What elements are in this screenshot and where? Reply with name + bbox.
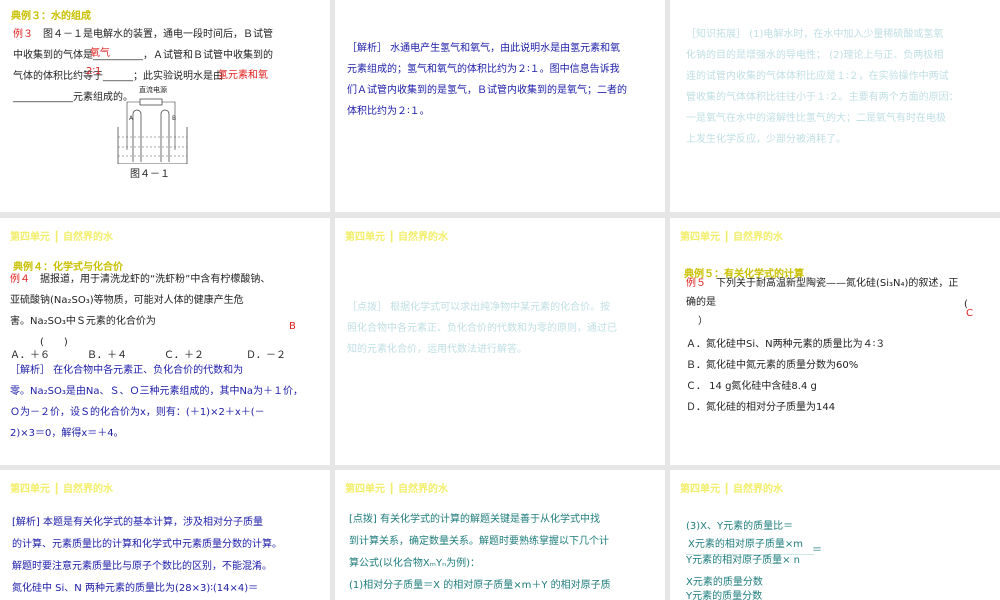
- slide-3[interactable]: ［知识拓展］ (1)电解水时，在水中加入少量稀硫酸或氢氧 化钠的目的是增强水的导电…: [670, 0, 1000, 212]
- slide-8[interactable]: 第四单元 ┃ 自然界的水 [点拨] 有关化学式的计算的解题关键是善于从化学式中找…: [335, 470, 665, 600]
- slide-4[interactable]: 第四单元 ┃ 自然界的水 典例４：化学式与化合价 例４ 据报道，用于清洗龙虾的“…: [0, 218, 330, 465]
- line: 算公式(以化合物XₘYₙ为例)：: [349, 558, 480, 569]
- analysis-text: [解析] 本题是有关化学式的基本计算，涉及相对分子质量的计算、元素质量比的计算和…: [12, 512, 282, 600]
- line: (1)相对分子质量＝X 的相对原子质量×m＋Y 的相对原子质: [349, 580, 611, 591]
- line: 到计算关系，确定数量关系。解题时要熟练掌握以下几个计: [349, 536, 609, 547]
- line: 照化合物中各元素正、负化合价的代数和为零的原则，通过已: [347, 323, 617, 334]
- line: 们Ａ试管内收集到的是氢气，Ｂ试管内收集到的是氧气；二者的: [347, 85, 627, 96]
- slide-7[interactable]: 第四单元 ┃ 自然界的水 [解析] 本题是有关化学式的基本计算，涉及相对分子质量…: [0, 470, 330, 600]
- unit-header: 第四单元 ┃ 自然界的水: [680, 484, 783, 495]
- figure-caption: 图４－１: [130, 169, 170, 180]
- unit-header: 第四单元 ┃ 自然界的水: [345, 232, 448, 243]
- answer: B: [289, 321, 296, 332]
- options: Ａ．氮化硅中Si、N两种元素的质量比为４∶３ Ｂ．氮化硅中氮元素的质量分数为60%…: [686, 334, 885, 418]
- tip-text: [点拨] 有关化学式的计算的解题关键是善于从化学式中找 到计算关系，确定数量关系。…: [349, 509, 611, 597]
- question-text: 例５ 下列关于耐高温新型陶瓷——氮化硅(Si₃N₄)的叙述，正 确的是 ）: [686, 274, 958, 331]
- line: 氮化硅中 Si、N 两种元素的质量比为(28×3)∶(14×4)＝: [12, 583, 259, 594]
- answer: C: [966, 308, 973, 319]
- line: 下列关于耐高温新型陶瓷——氮化硅(Si₃N₄)的叙述，正: [716, 278, 959, 289]
- slide-9[interactable]: 第四单元 ┃ 自然界的水 (3)X、Y元素的质量比＝ X元素的相对原子质量×m …: [670, 470, 1000, 600]
- line: [解析] 本题是有关化学式的基本计算，涉及相对分子质量: [12, 517, 263, 528]
- example-label: 例３: [13, 29, 33, 40]
- line: 据报道，用于清洗龙虾的“洗虾粉”中含有柠檬酸钠、: [40, 274, 271, 285]
- analysis-text: ［解析］ 在化合物中各元素正、负化合价的代数和为零。Na₂SO₃是由Na、Ｓ、Ｏ…: [10, 360, 303, 444]
- electrolysis-diagram: A B: [117, 98, 188, 164]
- slide-6[interactable]: 第四单元 ┃ 自然界的水 典例５：有关化学式的计算 例５ 下列关于耐高温新型陶瓷…: [670, 218, 1000, 465]
- unit-header: 第四单元 ┃ 自然界的水: [10, 484, 113, 495]
- fraction2-denominator: Y元素的质量分数: [686, 591, 763, 600]
- slide-2[interactable]: ［解析］ 水通电产生氢气和氧气，由此说明水是由氢元素和氧 元素组成的；氢气和氧气的…: [335, 0, 665, 212]
- equals: ＝: [812, 545, 822, 556]
- option-a: Ａ．氮化硅中Si、N两种元素的质量比为４∶３: [686, 339, 886, 350]
- option-b: Ｂ．氮化硅中氮元素的质量分数为60%: [686, 360, 859, 371]
- unit-header: 第四单元 ┃ 自然界的水: [680, 232, 783, 243]
- line: [点拨] 有关化学式的计算的解题关键是善于从化学式中找: [349, 514, 600, 525]
- line: 一是氧气在水中的溶解性比氢气的大；二是氧气有时在电极: [686, 113, 946, 124]
- line: 的计算、元素质量比的计算和化学式中元素质量分数的计算。: [12, 539, 282, 550]
- line: 上发生化学反应，少部分被消耗了。: [686, 134, 846, 145]
- line: 确的是: [686, 297, 716, 308]
- unit-header: 第四单元 ┃ 自然界的水: [345, 484, 448, 495]
- line: 中收集到的气体是__________，Ａ试管和Ｂ试管中收集到的: [13, 50, 273, 61]
- formula-line: (3)X、Y元素的质量比＝: [686, 521, 794, 532]
- line: Ｏ为－２价，设Ｓ的化合价为x，则有：(＋1)×2＋x＋(－: [10, 407, 265, 418]
- unit-header: 第四单元 ┃ 自然界的水: [10, 232, 113, 243]
- fraction-denominator: Y元素的相对原子质量× n: [686, 555, 801, 566]
- line: ［知识拓展］ (1)电解水时，在水中加入少量稀硫酸或氢氧: [686, 29, 944, 40]
- question-text: 例４ 据报道，用于清洗龙虾的“洗虾粉”中含有柠檬酸钠、 亚硫酸钠(Na₂SO₃)…: [10, 269, 270, 353]
- option-c: Ｃ． 14 g氮化硅中含硅8.4 g: [686, 381, 817, 392]
- answer-2: 2∶1: [86, 66, 102, 77]
- line: ［解析］ 水通电产生氢气和氧气，由此说明水是由氢元素和氧: [347, 43, 621, 54]
- fraction-numerator: X元素的相对原子质量×m: [688, 539, 803, 550]
- line: 图４－１是电解水的装置，通电一段时间后，Ｂ试管: [43, 29, 273, 40]
- analysis-text: ［解析］ 水通电产生氢气和氧气，由此说明水是由氢元素和氧 元素组成的；氢气和氧气的…: [347, 38, 627, 122]
- option-d: Ｄ．氮化硅的相对分子质量为144: [686, 402, 836, 413]
- line: 化钠的目的是增强水的导电性； (2)理论上与正、负两极相: [686, 50, 944, 61]
- line: 元素组成的；氢气和氧气的体积比约为２∶１。图中信息告诉我: [347, 64, 620, 75]
- slide-title: 典例３：水的组成: [11, 11, 91, 22]
- knowledge-text: ［知识拓展］ (1)电解水时，在水中加入少量稀硫酸或氢氧 化钠的目的是增强水的导电…: [686, 24, 959, 150]
- line: 管收集的气体体积比往往小于１∶２。主要有两个方面的原因：: [686, 92, 959, 103]
- power-label: 直流电源: [139, 86, 167, 94]
- answer-1: 氧气: [90, 48, 110, 59]
- example-label: 例５: [686, 278, 706, 289]
- line: 2)×3＝0，解得x＝＋4。: [10, 428, 124, 439]
- line: 解题时要注意元素质量比与原子个数比的区别，不能混淆。: [12, 561, 272, 572]
- line: 知的元素化合价，运用代数法进行解答。: [347, 344, 527, 355]
- line: ［点拨］ 根据化学式可以求出纯净物中某元素的化合价。按: [347, 302, 611, 313]
- slide-5[interactable]: 第四单元 ┃ 自然界的水 ［点拨］ 根据化学式可以求出纯净物中某元素的化合价。按…: [335, 218, 665, 465]
- line: ）: [698, 316, 708, 327]
- example-label: 例４: [10, 274, 30, 285]
- line: 零。Na₂SO₃是由Na、Ｓ、Ｏ三种元素组成的，其中Na为＋１价，: [10, 386, 304, 397]
- line: 害。Na₂SO₃中Ｓ元素的化合价为: [10, 316, 156, 327]
- line: 亚硫酸钠(Na₂SO₃)等物质，可能对人体的健康产生危: [10, 295, 244, 306]
- tip-text: ［点拨］ 根据化学式可以求出纯净物中某元素的化合价。按 照化合物中各元素正、负化合…: [347, 297, 617, 360]
- line: 体积比约为２∶１。: [347, 106, 430, 117]
- fraction2-numerator: X元素的质量分数: [686, 577, 763, 588]
- line: ［解析］ 在化合物中各元素正、负化合价的代数和为: [10, 365, 244, 376]
- answer-3: 氢元素和氧: [218, 70, 268, 81]
- svg-text:B: B: [172, 115, 176, 122]
- line: 连的试管内收集的气体体积比应是１∶２，在实验操作中两试: [686, 71, 949, 82]
- slide-1[interactable]: 典例３：水的组成 例３ 图４－１是电解水的装置，通电一段时间后，Ｂ试管 中收集到…: [0, 0, 330, 212]
